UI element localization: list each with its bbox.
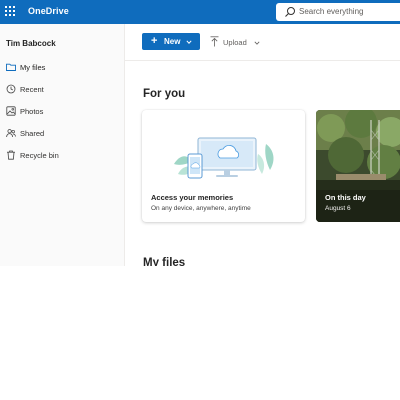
sidebar-item-photos[interactable]: Photos <box>0 102 124 120</box>
image-icon <box>6 106 16 116</box>
folder-icon <box>6 63 16 71</box>
card-subtitle: On any device, anywhere, anytime <box>151 205 251 212</box>
upload-icon <box>210 36 219 47</box>
section-title-for-you: For you <box>143 88 186 100</box>
sidebar-item-label: Shared <box>20 129 45 138</box>
search-box[interactable]: Search everything <box>276 3 400 21</box>
new-button[interactable]: + New <box>142 33 200 50</box>
sidebar-item-label: My files <box>20 63 46 72</box>
sidebar-item-label: Recent <box>20 85 44 94</box>
clock-icon <box>6 84 16 94</box>
sidebar: Tim Babcock My files Recent Photos Share… <box>0 24 124 266</box>
card-subtitle: August 6 <box>325 205 351 212</box>
on-this-day-card[interactable]: On this day August 6 <box>316 110 400 222</box>
plus-icon: + <box>151 35 158 47</box>
sidebar-item-recent[interactable]: Recent <box>0 80 124 98</box>
devices-cloud-illustration <box>174 137 274 179</box>
upload-button-label: Upload <box>223 38 247 47</box>
user-name: Tim Babcock <box>6 39 56 48</box>
sidebar-item-shared[interactable]: Shared <box>0 124 124 142</box>
search-icon <box>285 7 295 17</box>
sidebar-item-label: Photos <box>20 107 44 116</box>
card-title: On this day <box>325 193 366 202</box>
upload-button[interactable]: Upload <box>208 34 266 50</box>
search-input[interactable]: Search everything <box>299 7 363 16</box>
sidebar-item-recycle-bin[interactable]: Recycle bin <box>0 146 124 164</box>
new-button-label: New <box>164 37 181 46</box>
command-bar-divider <box>125 60 400 61</box>
app-launcher-icon[interactable] <box>5 6 16 17</box>
sidebar-item-label: Recycle bin <box>20 151 59 160</box>
card-title: Access your memories <box>151 193 234 202</box>
trash-icon <box>7 150 15 160</box>
chevron-down-icon <box>186 40 192 44</box>
top-bar: OneDrive Search everything <box>0 0 400 24</box>
chevron-down-icon <box>254 41 260 45</box>
people-icon <box>6 129 16 138</box>
app-brand[interactable]: OneDrive <box>28 6 69 16</box>
memories-card[interactable]: Access your memories On any device, anyw… <box>142 110 305 222</box>
sidebar-item-my-files[interactable]: My files <box>0 58 124 76</box>
content-blank-area <box>0 266 400 400</box>
